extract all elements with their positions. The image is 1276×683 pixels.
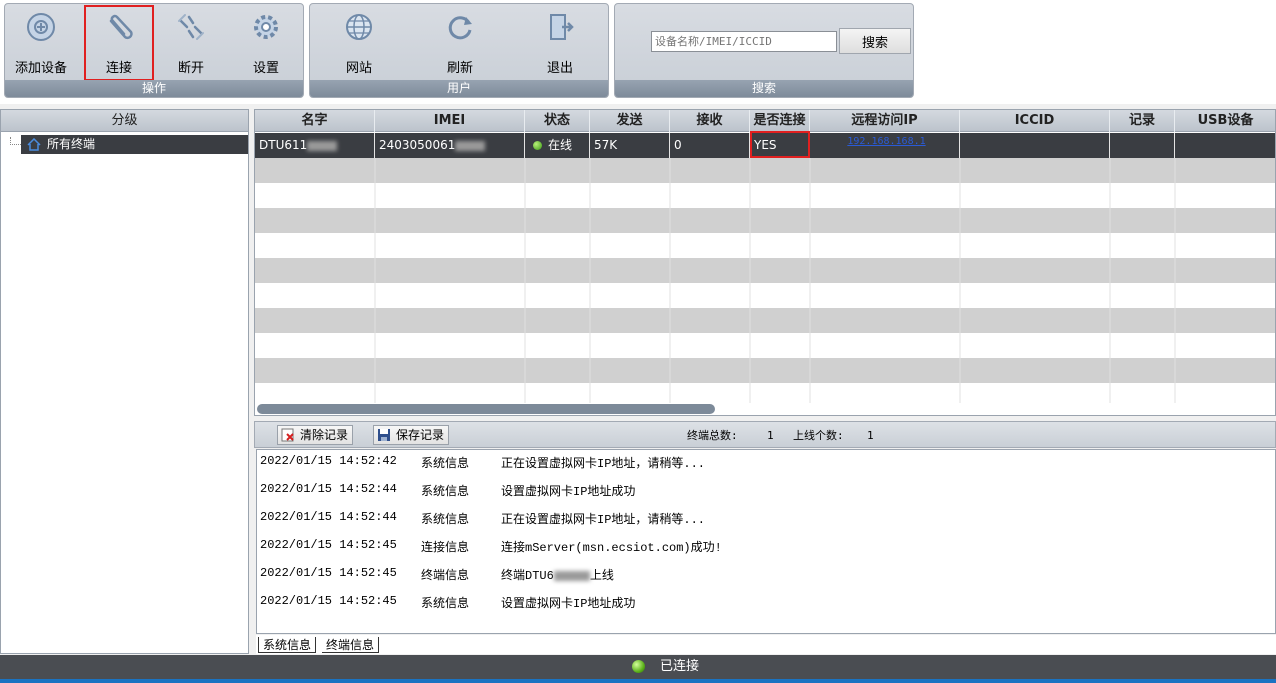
log-time: 2022/01/15 14:52:44 — [260, 510, 397, 524]
refresh-icon — [448, 16, 472, 40]
grid-header: 名字 IMEI 状态 发送 接收 是否连接 远程访问IP ICCID 记录 US… — [255, 110, 1275, 132]
connection-status-text: 已连接 — [660, 659, 700, 674]
log-type: 终端信息 — [421, 569, 470, 583]
log-message: 正在设置虚拟网卡IP地址，请稍等... — [501, 513, 706, 527]
connect-button[interactable]: 连接 — [84, 5, 154, 81]
group-tree-panel: 分级 所有终端 — [0, 109, 249, 654]
log-tabs: 系统信息 终端信息 — [256, 635, 1276, 654]
horizontal-scrollbar[interactable] — [257, 404, 715, 414]
device-grid: 名字 IMEI 状态 发送 接收 是否连接 远程访问IP ICCID 记录 US… — [254, 109, 1276, 416]
status-bar: 已连接 — [0, 655, 1276, 683]
log-message: 连接mServer(msn.ecsiot.com)成功! — [501, 541, 722, 555]
log-message: 正在设置虚拟网卡IP地址，请稍等... — [501, 457, 706, 471]
log-type: 系统信息 — [421, 597, 470, 611]
refresh-label: 刷新 — [446, 61, 473, 76]
add-device-button[interactable]: 添加设备 — [6, 5, 76, 81]
log-entry: 2022/01/15 14:52:45 系统信息 设置虚拟网卡IP地址成功 — [257, 594, 1257, 612]
redacted-mask — [553, 570, 590, 581]
paperclip-icon — [109, 14, 133, 40]
exit-button[interactable]: 退出 — [525, 5, 595, 81]
log-type: 系统信息 — [421, 485, 470, 499]
log-type: 连接信息 — [421, 541, 470, 555]
column-header-status[interactable]: 状态 — [525, 110, 590, 132]
clear-record-icon — [281, 428, 294, 442]
globe-icon — [346, 14, 372, 40]
log-type: 系统信息 — [421, 513, 470, 527]
floppy-disk-icon — [378, 429, 390, 441]
log-message: 终端DTU6 上线 — [501, 569, 614, 583]
grid-lines — [374, 158, 1176, 403]
group-tree-header: 分级 — [1, 110, 248, 132]
disconnect-label: 断开 — [177, 61, 204, 76]
log-entry: 2022/01/15 14:52:44 系统信息 正在设置虚拟网卡IP地址，请稍… — [257, 510, 1257, 528]
column-header-iccid[interactable]: ICCID — [960, 110, 1110, 132]
connect-label: 连接 — [105, 61, 132, 76]
website-button[interactable]: 网站 — [324, 5, 394, 81]
search-group-caption: 搜索 — [615, 80, 913, 97]
home-icon — [27, 138, 41, 151]
column-header-connected[interactable]: 是否连接 — [750, 110, 810, 132]
log-entry: 2022/01/15 14:52:45 连接信息 连接mServer(msn.e… — [257, 538, 1257, 556]
tree-item-label: 所有终端 — [47, 137, 96, 151]
log-type: 系统信息 — [421, 457, 470, 471]
website-label: 网站 — [345, 61, 372, 76]
log-time: 2022/01/15 14:52:45 — [260, 594, 397, 608]
log-time: 2022/01/15 14:52:42 — [260, 454, 397, 468]
search-input[interactable] — [651, 31, 837, 52]
log-entry: 2022/01/15 14:52:45 终端信息 终端DTU6 上线 — [257, 566, 1257, 584]
column-header-received[interactable]: 接收 — [670, 110, 750, 132]
log-time: 2022/01/15 14:52:45 — [260, 566, 397, 580]
log-message: 设置虚拟网卡IP地址成功 — [501, 597, 636, 611]
column-header-imei[interactable]: IMEI — [375, 110, 525, 132]
save-log-button[interactable]: 保存记录 — [373, 425, 450, 445]
log-message: 设置虚拟网卡IP地址成功 — [501, 485, 636, 499]
disconnect-button[interactable]: 断开 — [156, 5, 226, 81]
log-list: 2022/01/15 14:52:42 系统信息 正在设置虚拟网卡IP地址，请稍… — [256, 449, 1276, 634]
column-header-sent[interactable]: 发送 — [590, 110, 670, 132]
status-accent-line — [0, 679, 1276, 683]
tab-terminal-info[interactable]: 终端信息 — [322, 637, 380, 653]
exit-label: 退出 — [546, 61, 573, 76]
refresh-button[interactable]: 刷新 — [425, 5, 495, 81]
log-time: 2022/01/15 14:52:44 — [260, 482, 397, 496]
tree-connector — [10, 137, 21, 145]
tree-item-all-terminals[interactable]: 所有终端 — [21, 135, 248, 154]
log-entry: 2022/01/15 14:52:42 系统信息 正在设置虚拟网卡IP地址，请稍… — [257, 454, 1257, 472]
log-entry: 2022/01/15 14:52:44 系统信息 设置虚拟网卡IP地址成功 — [257, 482, 1257, 500]
clear-log-button[interactable]: 清除记录 — [277, 425, 354, 445]
search-group: 搜索 搜索 — [614, 3, 914, 98]
column-header-remote-ip[interactable]: 远程访问IP — [810, 110, 960, 132]
user-group: 网站 刷新 退出 用户 — [309, 3, 609, 98]
log-time: 2022/01/15 14:52:45 — [260, 538, 397, 552]
ribbon-toolbar: 添加设备 连接 断开 设置 操作 网站 刷新 退出 用户 设备名称/IMEI/I… — [0, 0, 1276, 104]
user-group-caption: 用户 — [310, 80, 608, 97]
tab-system-info[interactable]: 系统信息 — [258, 637, 317, 653]
exit-door-icon — [550, 14, 574, 40]
settings-label: 设置 — [252, 61, 279, 76]
column-header-name[interactable]: 名字 — [255, 110, 375, 132]
search-button[interactable]: 搜索 — [839, 28, 911, 54]
gear-icon — [254, 15, 278, 39]
broken-link-icon — [178, 14, 204, 40]
connection-status-icon — [632, 660, 645, 673]
total-terminals-value: 1 — [767, 429, 774, 442]
column-header-usb[interactable]: USB设备 — [1175, 110, 1275, 132]
operations-group-caption: 操作 — [5, 80, 303, 97]
log-toolbar: 清除记录 保存记录 终端总数: 1 上线个数: 1 — [254, 421, 1276, 448]
settings-button[interactable]: 设置 — [231, 5, 301, 81]
online-count-label: 上线个数: — [793, 429, 844, 442]
add-device-label: 添加设备 — [14, 61, 67, 76]
online-count-value: 1 — [867, 429, 874, 442]
operations-group: 添加设备 连接 断开 设置 操作 — [4, 3, 304, 98]
column-header-record[interactable]: 记录 — [1110, 110, 1175, 132]
total-terminals-label: 终端总数: — [687, 429, 738, 442]
add-device-icon — [27, 13, 55, 41]
